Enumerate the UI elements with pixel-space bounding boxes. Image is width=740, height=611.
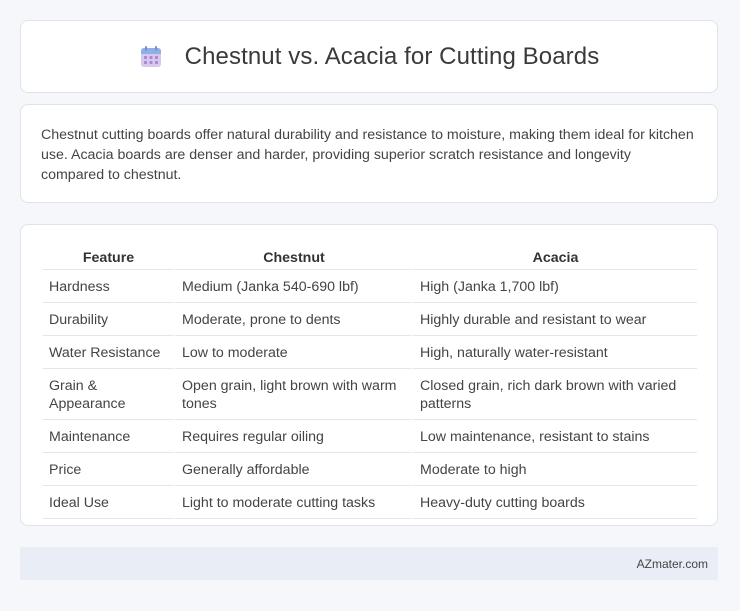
acacia-cell: Moderate to high bbox=[412, 453, 697, 486]
chestnut-cell: Low to moderate bbox=[174, 336, 412, 369]
chestnut-cell: Medium (Janka 540-690 lbf) bbox=[174, 270, 412, 303]
description-card: Chestnut cutting boards offer natural du… bbox=[20, 104, 718, 203]
feature-cell: Water Resistance bbox=[43, 336, 174, 369]
table-row: Water Resistance Low to moderate High, n… bbox=[43, 336, 697, 369]
acacia-cell: Heavy-duty cutting boards bbox=[412, 486, 697, 519]
acacia-cell: Closed grain, rich dark brown with varie… bbox=[412, 369, 697, 420]
description-text: Chestnut cutting boards offer natural du… bbox=[41, 127, 694, 183]
acacia-cell: High, naturally water-resistant bbox=[412, 336, 697, 369]
feature-cell: Hardness bbox=[43, 270, 174, 303]
comparison-table: Feature Chestnut Acacia Hardness Medium … bbox=[43, 247, 697, 519]
table-row: Ideal Use Light to moderate cutting task… bbox=[43, 486, 697, 519]
comparison-card: Feature Chestnut Acacia Hardness Medium … bbox=[20, 224, 718, 526]
title-card: Chestnut vs. Acacia for Cutting Boards bbox=[20, 20, 718, 93]
header-feature: Feature bbox=[43, 247, 174, 270]
feature-cell: Price bbox=[43, 453, 174, 486]
table-row: Hardness Medium (Janka 540-690 lbf) High… bbox=[43, 270, 697, 303]
chestnut-cell: Open grain, light brown with warm tones bbox=[174, 369, 412, 420]
footer-site-link[interactable]: AZmater.com bbox=[637, 557, 708, 571]
chestnut-cell: Generally affordable bbox=[174, 453, 412, 486]
feature-cell: Maintenance bbox=[43, 420, 174, 453]
table-row: Maintenance Requires regular oiling Low … bbox=[43, 420, 697, 453]
table-header-row: Feature Chestnut Acacia bbox=[43, 247, 697, 270]
page-title: Chestnut vs. Acacia for Cutting Boards bbox=[184, 42, 600, 70]
table-row: Durability Moderate, prone to dents High… bbox=[43, 303, 697, 336]
chestnut-cell: Moderate, prone to dents bbox=[174, 303, 412, 336]
header-acacia: Acacia bbox=[412, 247, 697, 270]
chestnut-cell: Light to moderate cutting tasks bbox=[174, 486, 412, 519]
feature-cell: Ideal Use bbox=[43, 486, 174, 519]
acacia-cell: High (Janka 1,700 lbf) bbox=[412, 270, 697, 303]
feature-cell: Grain & Appearance bbox=[43, 369, 174, 420]
footer-bar: AZmater.com bbox=[20, 547, 718, 580]
table-row: Grain & Appearance Open grain, light bro… bbox=[43, 369, 697, 420]
calendar-icon bbox=[140, 45, 161, 67]
table-row: Price Generally affordable Moderate to h… bbox=[43, 453, 697, 486]
acacia-cell: Highly durable and resistant to wear bbox=[412, 303, 697, 336]
acacia-cell: Low maintenance, resistant to stains bbox=[412, 420, 697, 453]
title-wrap: Chestnut vs. Acacia for Cutting Boards bbox=[139, 43, 600, 71]
chestnut-cell: Requires regular oiling bbox=[174, 420, 412, 453]
feature-cell: Durability bbox=[43, 303, 174, 336]
header-chestnut: Chestnut bbox=[174, 247, 412, 270]
